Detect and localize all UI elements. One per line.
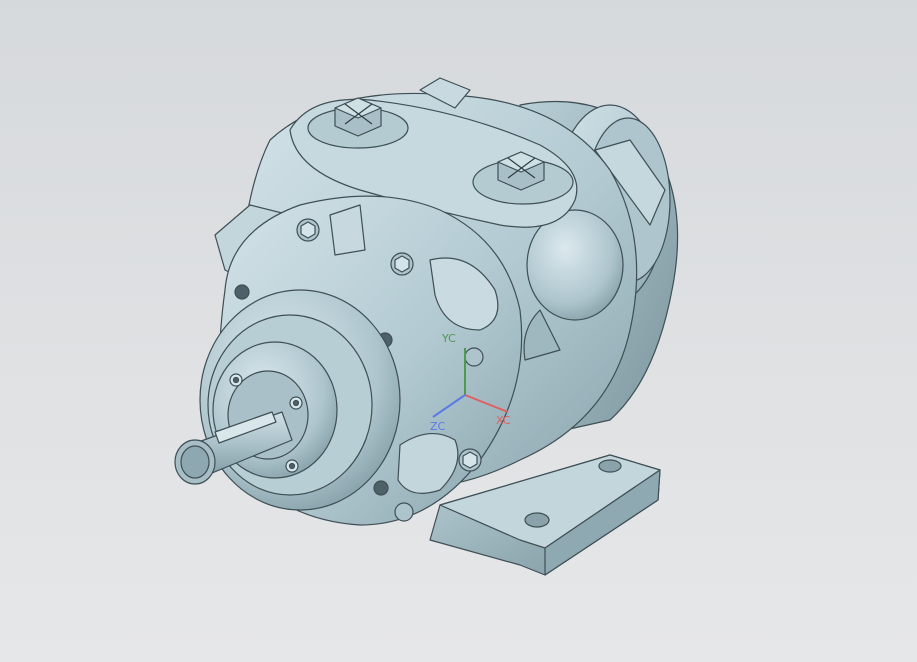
mounting-hole-icon <box>598 459 622 473</box>
flange-bolt-icon <box>464 347 484 367</box>
flange-bolt-icon <box>394 502 414 522</box>
front-cap[interactable] <box>199 289 401 511</box>
triad-x-label: XC <box>496 414 511 427</box>
pump-model[interactable] <box>174 77 679 576</box>
mounting-hole-icon <box>524 512 550 528</box>
threaded-hole-icon <box>234 284 250 300</box>
threaded-hole-icon <box>373 480 389 496</box>
cap-screw-icon <box>285 459 299 473</box>
model-view[interactable]: YC XC ZC <box>0 0 917 662</box>
flange-bolt-icon <box>296 218 320 242</box>
side-port-boss <box>526 209 624 321</box>
flange-bolt-icon <box>458 448 482 472</box>
triad-z-label: ZC <box>430 420 446 433</box>
flange-bolt-icon <box>390 252 414 276</box>
cap-screw-icon <box>289 396 303 410</box>
cap-screw-icon <box>229 373 243 387</box>
triad-y-label: YC <box>441 332 456 345</box>
cad-graphics-viewport[interactable]: YC XC ZC <box>0 0 917 662</box>
